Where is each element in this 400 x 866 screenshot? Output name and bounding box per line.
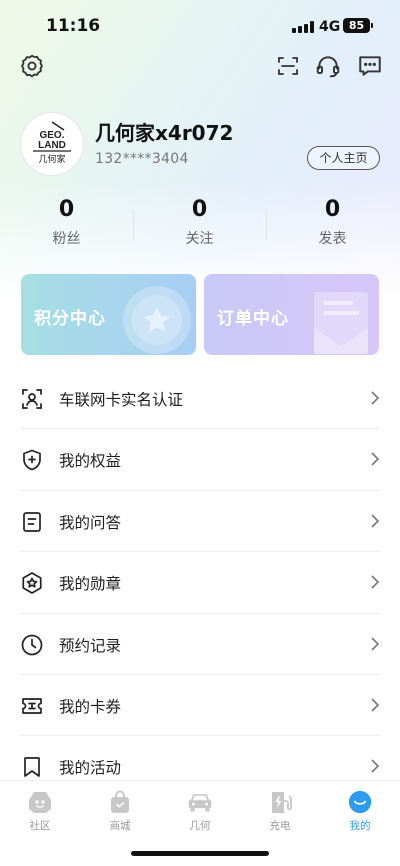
tab-label: 社区 — [29, 820, 51, 832]
shield-plus-icon — [23, 450, 41, 471]
username: 几何家x4r072 — [95, 121, 234, 145]
message-icon[interactable] — [357, 53, 383, 79]
stat-label: 粉丝 — [52, 231, 81, 247]
menu-item-medals[interactable]: 我的勋章 — [20, 552, 380, 614]
stat-value: 0 — [191, 197, 208, 222]
stat-fans[interactable]: 0 粉丝 — [0, 197, 133, 248]
chevron-right-icon — [371, 759, 380, 773]
menu-item-benefits[interactable]: 我的权益 — [20, 429, 380, 491]
points-center-card[interactable]: 积分中心 — [21, 274, 196, 355]
cellular-signal-icon — [292, 21, 314, 33]
gear-icon[interactable] — [19, 53, 45, 79]
points-center-label: 积分中心 — [34, 309, 106, 329]
qa-document-icon — [23, 511, 41, 532]
menu-item-qa[interactable]: 我的问答 — [20, 491, 380, 553]
geo-land-logo: GEO. LAND 几何家 — [33, 121, 71, 165]
tab-mall[interactable]: 商城 — [80, 789, 160, 833]
chevron-right-icon — [371, 391, 380, 405]
menu-label: 预约记录 — [59, 636, 122, 655]
coupon-icon — [22, 698, 42, 714]
bookmark-icon — [24, 757, 40, 778]
community-icon — [27, 789, 53, 815]
menu-label: 我的权益 — [59, 452, 122, 471]
menu-label: 我的勋章 — [59, 575, 122, 594]
star-medal-icon — [123, 286, 191, 354]
stat-value: 0 — [324, 197, 341, 222]
status-bar: 11:16 4G 85 — [0, 0, 400, 54]
menu-label: 我的活动 — [59, 759, 122, 778]
avatar[interactable]: GEO. LAND 几何家 — [21, 113, 83, 175]
tab-label: 几何 — [189, 820, 211, 832]
charging-station-icon — [267, 789, 293, 815]
tab-label: 我的 — [349, 820, 371, 832]
stat-label: 发表 — [318, 231, 347, 247]
stat-value: 0 — [58, 197, 75, 222]
status-time: 11:16 — [46, 16, 101, 36]
profile-face-icon — [347, 789, 373, 815]
profile-page-button[interactable]: 个人主页 — [307, 146, 380, 170]
menu-item-appointments[interactable]: 预约记录 — [20, 614, 380, 675]
menu-label: 我的问答 — [59, 513, 122, 532]
stat-posts[interactable]: 0 发表 — [266, 197, 399, 248]
chevron-right-icon — [371, 514, 380, 528]
shopping-bag-icon — [107, 789, 133, 815]
home-indicator[interactable] — [131, 851, 269, 856]
phone-number: 132****3404 — [95, 151, 189, 167]
stat-label: 关注 — [185, 231, 214, 247]
car-icon — [187, 789, 213, 815]
chevron-right-icon — [371, 698, 380, 712]
clock-icon — [21, 634, 43, 655]
headset-icon[interactable] — [315, 53, 341, 79]
menu-list: 车联网卡实名认证 我的权益 我的问答 我的勋章 预约记录 我的卡券 我的活动 — [0, 368, 400, 798]
scan-icon[interactable] — [275, 53, 301, 79]
battery-icon: 85 — [343, 18, 373, 33]
chevron-right-icon — [371, 452, 380, 466]
chevron-right-icon — [371, 575, 380, 589]
menu-item-coupons[interactable]: 我的卡券 — [20, 675, 380, 737]
menu-item-realname-auth[interactable]: 车联网卡实名认证 — [20, 368, 380, 430]
tab-label: 充电 — [269, 820, 291, 832]
medal-icon — [22, 572, 42, 595]
tab-charging[interactable]: 充电 — [240, 789, 320, 833]
order-envelope-icon — [314, 292, 368, 354]
stat-following[interactable]: 0 关注 — [133, 197, 266, 248]
order-center-label: 订单中心 — [217, 309, 289, 329]
tab-label: 商城 — [109, 820, 131, 832]
id-card-icon — [22, 389, 42, 409]
order-center-card[interactable]: 订单中心 — [204, 274, 379, 355]
tab-geometry[interactable]: 几何 — [160, 789, 240, 833]
network-type: 4G — [319, 19, 341, 35]
chevron-right-icon — [371, 636, 380, 651]
menu-label: 车联网卡实名认证 — [59, 391, 184, 409]
logo-text-cn: 几何家 — [38, 153, 65, 165]
logo-text-land: LAND — [38, 140, 66, 151]
menu-label: 我的卡券 — [59, 697, 122, 716]
tab-mine[interactable]: 我的 — [320, 789, 400, 833]
tab-community[interactable]: 社区 — [0, 789, 80, 833]
